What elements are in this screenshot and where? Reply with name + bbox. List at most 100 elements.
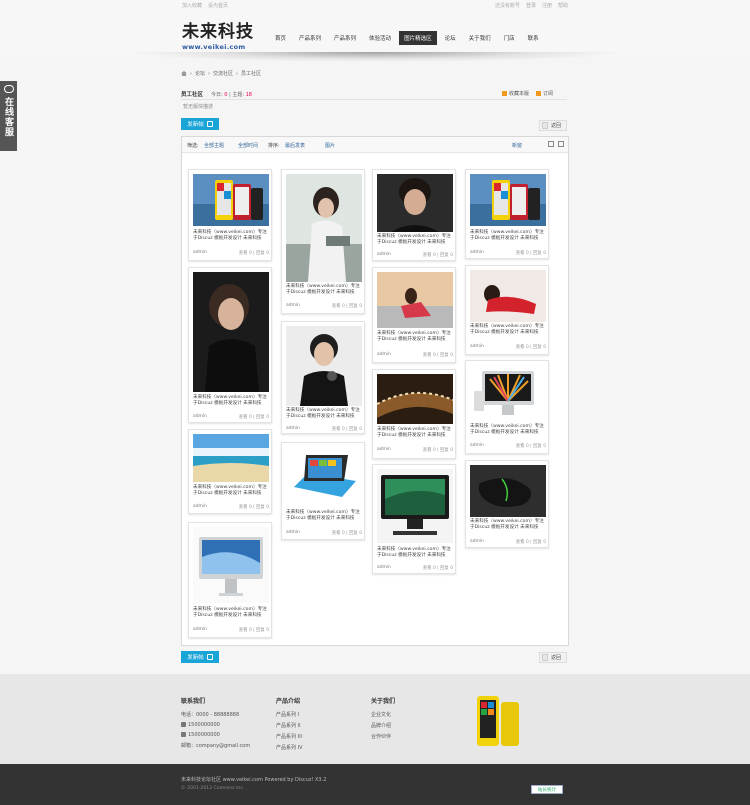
breadcrumb: › 论坛 › 交流社区 › 员工社区	[181, 70, 261, 77]
new-window-toggle[interactable]: 新窗	[512, 142, 522, 149]
help-link[interactable]: 帮助	[558, 2, 568, 9]
thumbnail-monitor[interactable]	[377, 469, 453, 543]
thumbnail-imac[interactable]	[193, 527, 269, 603]
thumbnail-girl-kitchen[interactable]	[286, 174, 362, 282]
list-item[interactable]: 未来科技（www.veikei.com）专注于Discuz 模板开发设计 未来科…	[465, 460, 549, 548]
list-view-icon[interactable]	[548, 141, 554, 147]
copyright-text: 未来科技论坛社区 www.veikei.com Powered by Discu…	[181, 777, 327, 783]
list-item[interactable]: 未来科技（www.veikei.com）专注于Discuz 模板开发设计 未来科…	[281, 442, 365, 540]
thumbnail-phone[interactable]	[193, 174, 269, 226]
card-caption[interactable]: 未来科技（www.veikei.com）专注于Discuz 模板开发设计 未来科…	[286, 510, 362, 522]
footer-products-title: 产品介绍	[276, 698, 301, 705]
card-caption[interactable]: 未来科技（www.veikei.com）专注于Discuz 模板开发设计 未来科…	[193, 607, 269, 619]
thumbnail-phone[interactable]	[470, 174, 546, 226]
card-caption[interactable]: 未来科技（www.veikei.com）专注于Discuz 模板开发设计 未来科…	[470, 230, 546, 242]
thumbnail-girl-outdoor[interactable]	[377, 272, 453, 328]
card-caption[interactable]: 未来科技（www.veikei.com）专注于Discuz 模板开发设计 未来科…	[193, 230, 269, 242]
breadcrumb-forum[interactable]: 论坛	[195, 70, 205, 77]
site-logo[interactable]: 未来科技 www.veikei.com	[182, 17, 254, 51]
grid-view-icon[interactable]	[558, 141, 564, 147]
list-item[interactable]: 未来科技（www.veikei.com）专注于Discuz 模板开发设计 未来科…	[188, 267, 272, 423]
list-item[interactable]: 未来科技（www.veikei.com）专注于Discuz 模板开发设计 未来科…	[465, 360, 549, 454]
nav-item-gallery[interactable]: 图片精选区	[399, 31, 437, 45]
back-button-bottom[interactable]: 返回	[539, 652, 567, 663]
thumbnail-mouse[interactable]	[470, 465, 546, 517]
list-item[interactable]: 未来科技（www.veikei.com）专注于Discuz 模板开发设计 未来科…	[188, 429, 272, 514]
login-link[interactable]: 登录	[526, 2, 536, 9]
list-item[interactable]: 未来科技（www.veikei.com）专注于Discuz 模板开发设计 未来科…	[372, 464, 456, 574]
thumbnail-boy-portrait[interactable]	[377, 174, 453, 232]
footer-product-link[interactable]: 产品系列 I	[276, 711, 303, 718]
card-caption[interactable]: 未来科技（www.veikei.com）专注于Discuz 模板开发设计 未来科…	[286, 408, 362, 420]
footer-product-link[interactable]: 产品系列 II	[276, 722, 303, 729]
filter-all-topics[interactable]: 全部主题	[204, 142, 224, 149]
filter-all-time[interactable]: 全部时间	[238, 142, 258, 149]
nav-item-contact[interactable]: 联系	[523, 31, 544, 45]
footer-product-link[interactable]: 产品系列 III	[276, 733, 303, 740]
stats-badge[interactable]: 站长统计	[531, 785, 563, 794]
thumbnail-portrait[interactable]	[193, 272, 269, 392]
rss-link[interactable]: 订阅	[536, 90, 553, 97]
card-caption[interactable]: 未来科技（www.veikei.com）专注于Discuz 模板开发设计 未来科…	[377, 331, 453, 343]
add-favorite-link[interactable]: 加入收藏	[182, 2, 202, 9]
register-link[interactable]: 注册	[542, 2, 552, 9]
footer-product-link[interactable]: 产品系列 IV	[276, 744, 303, 751]
card-meta: admin 查看 0 | 回复 0	[286, 530, 362, 536]
new-post-button[interactable]: 发新帖	[181, 118, 219, 130]
nav-item-about[interactable]: 关于我们	[464, 31, 496, 45]
nav-item-events[interactable]: 体验活动	[364, 31, 396, 45]
list-item[interactable]: 未来科技（www.veikei.com）专注于Discuz 模板开发设计 未来科…	[465, 169, 549, 259]
list-item[interactable]: 未来科技（www.veikei.com）专注于Discuz 模板开发设计 未来科…	[281, 321, 365, 434]
card-caption[interactable]: 未来科技（www.veikei.com）专注于Discuz 模板开发设计 未来科…	[470, 519, 546, 531]
thumbnail-girl-red[interactable]	[470, 270, 546, 322]
list-item[interactable]: 未来科技（www.veikei.com）专注于Discuz 模板开发设计 未来科…	[372, 169, 456, 261]
footer-contact: 联系我们 电话：0000 - 88888888 1500000000 15000…	[181, 696, 250, 753]
thumbnail-man-headphones[interactable]	[286, 326, 362, 406]
card-caption[interactable]: 未来科技（www.veikei.com）专注于Discuz 模板开发设计 未来科…	[377, 547, 453, 559]
set-homepage-link[interactable]: 设为首页	[208, 2, 228, 9]
nav-item-home[interactable]: 首页	[270, 31, 291, 45]
list-item[interactable]: 未来科技（www.veikei.com）专注于Discuz 模板开发设计 未来科…	[188, 169, 272, 261]
footer-about-link[interactable]: 企业文化	[371, 711, 395, 718]
card-caption[interactable]: 未来科技（www.veikei.com）专注于Discuz 模板开发设计 未来科…	[377, 427, 453, 439]
card-caption[interactable]: 未来科技（www.veikei.com）专注于Discuz 模板开发设计 未来科…	[377, 234, 453, 246]
card-meta: admin 查看 0 | 回复 0	[470, 539, 546, 545]
thumbnail-tablet[interactable]	[286, 447, 362, 507]
card-caption[interactable]: 未来科技（www.veikei.com）专注于Discuz 模板开发设计 未来科…	[470, 424, 546, 436]
favorite-forum-link[interactable]: 收藏本版	[502, 90, 529, 97]
list-item[interactable]: 未来科技（www.veikei.com）专注于Discuz 模板开发设计 未来科…	[372, 267, 456, 363]
home-icon[interactable]	[181, 71, 187, 76]
card-meta: admin 查看 0 | 回复 0	[377, 565, 453, 571]
footer-about-link[interactable]: 合作伙伴	[371, 733, 395, 740]
thumbnail-film[interactable]	[377, 374, 453, 424]
thumbnail-beach[interactable]	[193, 434, 269, 482]
list-item[interactable]: 未来科技（www.veikei.com）专注于Discuz 模板开发设计 未来科…	[188, 522, 272, 638]
list-item[interactable]: 未来科技（www.veikei.com）专注于Discuz 模板开发设计 未来科…	[465, 265, 549, 355]
card-caption[interactable]: 未来科技（www.veikei.com）专注于Discuz 模板开发设计 未来科…	[470, 324, 546, 336]
list-item[interactable]: 未来科技（www.veikei.com）专注于Discuz 模板开发设计 未来科…	[372, 369, 456, 459]
list-item[interactable]: 未来科技（www.veikei.com）专注于Discuz 模板开发设计 未来科…	[281, 169, 365, 314]
footer-about-link[interactable]: 品牌介绍	[371, 722, 395, 729]
arrow-left-icon	[542, 654, 548, 661]
nav-item-products-2[interactable]: 产品系列	[329, 31, 361, 45]
footer-phone-image	[473, 692, 523, 754]
nav-item-stores[interactable]: 门店	[499, 31, 520, 45]
filter-images[interactable]: 图片	[325, 142, 335, 149]
thumbnail-imac-colorful[interactable]	[470, 365, 546, 421]
footer-email[interactable]: 邮箱：company@gmail.com	[181, 742, 250, 749]
nav-item-forum[interactable]: 论坛	[440, 31, 461, 45]
back-button[interactable]: 返回	[539, 120, 567, 131]
card-meta: admin 查看 0 | 回复 0	[193, 504, 269, 510]
breadcrumb-community[interactable]: 交流社区	[213, 70, 233, 77]
card-caption[interactable]: 未来科技（www.veikei.com）专注于Discuz 模板开发设计 未来科…	[286, 284, 362, 296]
new-post-button-bottom[interactable]: 发新帖	[181, 651, 219, 663]
online-service-tab[interactable]: 在线客服	[0, 81, 17, 151]
card-caption[interactable]: 未来科技（www.veikei.com）专注于Discuz 模板开发设计 未来科…	[193, 485, 269, 497]
footer-mobile-2: 1500000000	[181, 732, 250, 738]
footer-about: 关于我们 企业文化 品牌介绍 合作伙伴	[371, 696, 395, 744]
sort-last-post[interactable]: 最后发表	[285, 142, 305, 149]
card-caption[interactable]: 未来科技（www.veikei.com）专注于Discuz 模板开发设计 未来科…	[193, 395, 269, 407]
nav-item-products-1[interactable]: 产品系列	[294, 31, 326, 45]
card-meta: admin 查看 0 | 回复 0	[470, 250, 546, 256]
breadcrumb-staff[interactable]: 员工社区	[241, 70, 261, 77]
